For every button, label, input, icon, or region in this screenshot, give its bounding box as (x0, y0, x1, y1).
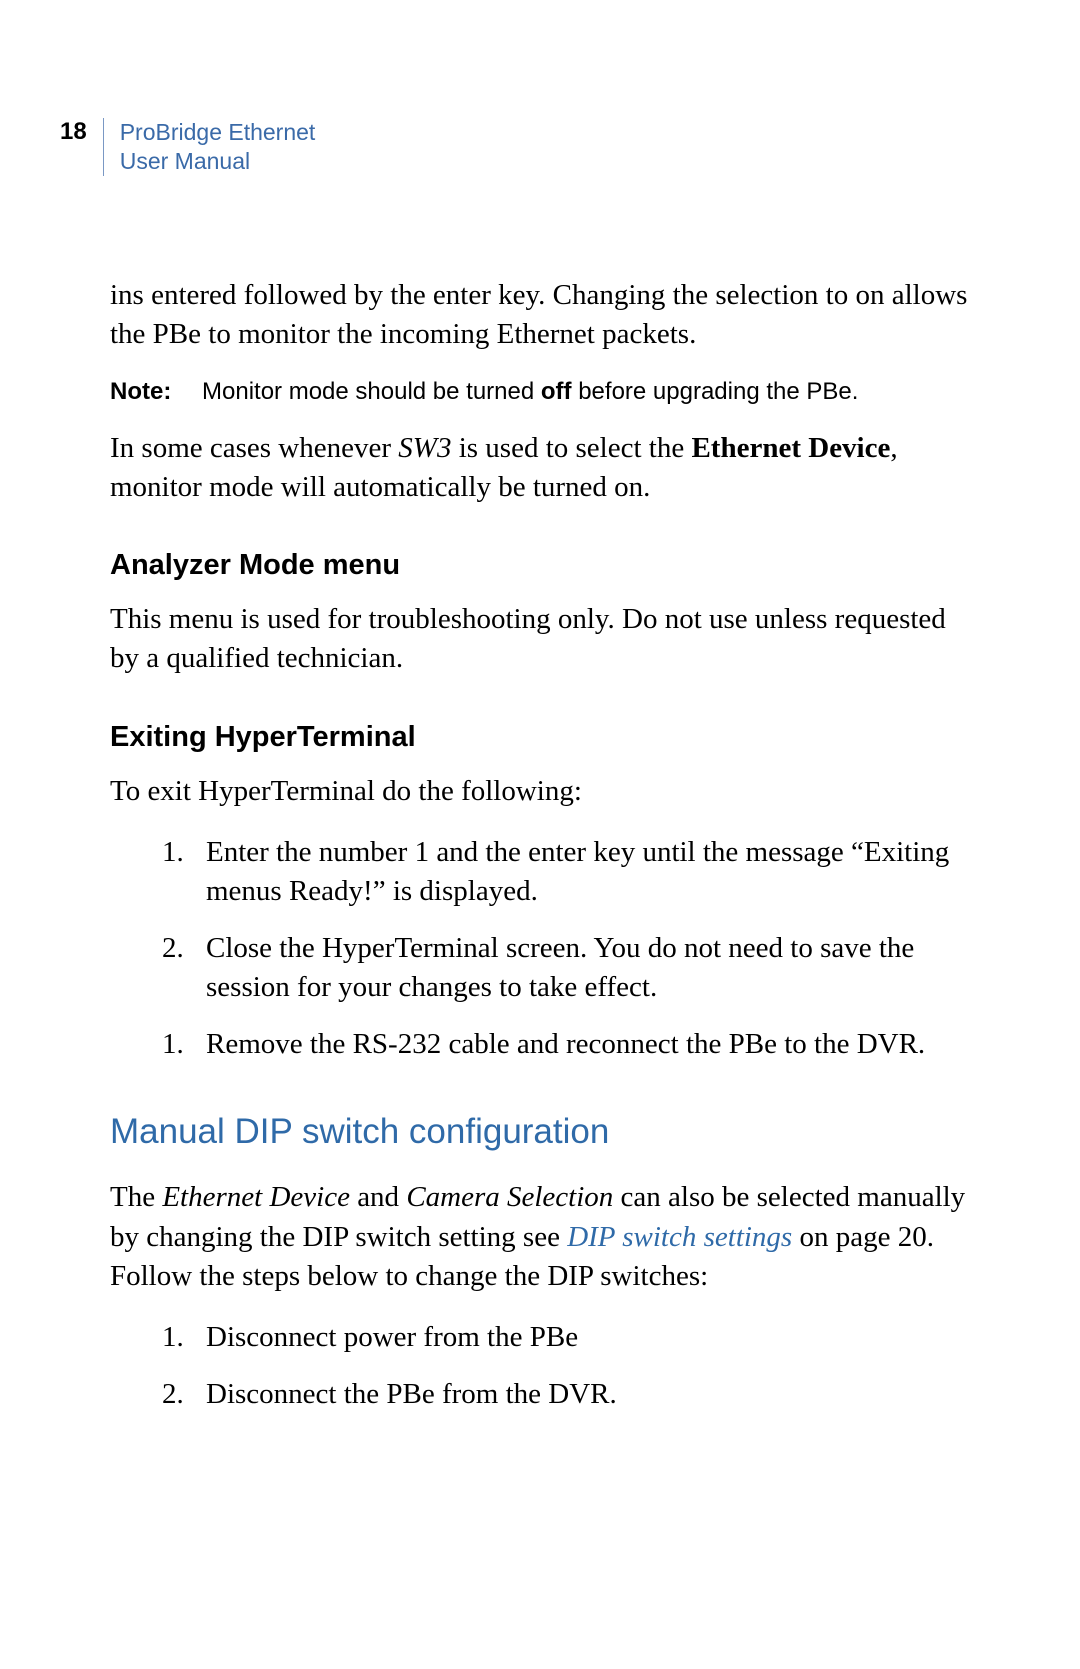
dip-steps-list: 1. Disconnect power from the PBe 2. Disc… (162, 1318, 970, 1414)
heading-manual-dip: Manual DIP switch configuration (110, 1112, 970, 1152)
doc-title-line1: ProBridge Ethernet (120, 118, 316, 147)
list-item: 2. Disconnect the PBe from the DVR. (162, 1375, 970, 1414)
list-item: 1. Disconnect power from the PBe (162, 1318, 970, 1357)
note-label: Note: (110, 376, 202, 407)
heading-analyzer-mode: Analyzer Mode menu (110, 549, 970, 582)
paragraph-dip: The Ethernet Device and Camera Selection… (110, 1178, 970, 1295)
step-text: Disconnect the PBe from the DVR. (206, 1375, 617, 1414)
dip-text-a: The (110, 1181, 162, 1213)
step-text: Enter the number 1 and the enter key unt… (206, 833, 970, 911)
step-number: 1. (162, 833, 206, 911)
page-container: 18 ProBridge Ethernet User Manual ins en… (0, 0, 1080, 1512)
step-text: Remove the RS-232 cable and reconnect th… (206, 1025, 925, 1064)
doc-title-line2: User Manual (120, 147, 316, 176)
list-item: 1. Remove the RS-232 cable and reconnect… (162, 1025, 970, 1064)
ethernet-device-italic: Ethernet Device (162, 1181, 350, 1213)
text-sw3-a: In some cases whenever (110, 432, 398, 464)
step-number: 2. (162, 1375, 206, 1414)
note-content: Monitor mode should be turned off before… (202, 376, 858, 407)
paragraph-continued: ins entered followed by the enter key. C… (110, 276, 970, 354)
ethernet-device-bold: Ethernet Device (691, 432, 890, 464)
dip-text-b: and (350, 1181, 406, 1213)
note-text-before: Monitor mode should be turned (202, 378, 541, 405)
paragraph-analyzer: This menu is used for troubleshooting on… (110, 600, 970, 678)
note-block: Note: Monitor mode should be turned off … (110, 376, 970, 407)
paragraph-exit-intro: To exit HyperTerminal do the following: (110, 772, 970, 811)
dip-switch-settings-link[interactable]: DIP switch settings (567, 1221, 792, 1253)
page-number: 18 (60, 118, 103, 146)
step-number: 1. (162, 1318, 206, 1357)
step-number: 1. (162, 1025, 206, 1064)
text-sw3-b: is used to select the (451, 432, 691, 464)
page-header: 18 ProBridge Ethernet User Manual (60, 118, 970, 176)
note-bold-word: off (541, 378, 572, 405)
exit-steps-list: 1. Enter the number 1 and the enter key … (162, 833, 970, 1065)
list-item: 1. Enter the number 1 and the enter key … (162, 833, 970, 911)
sw3-italic: SW3 (398, 432, 451, 464)
heading-exiting-hyperterminal: Exiting HyperTerminal (110, 721, 970, 754)
header-titles: ProBridge Ethernet User Manual (104, 118, 316, 176)
step-number: 2. (162, 929, 206, 1007)
paragraph-sw3: In some cases whenever SW3 is used to se… (110, 429, 970, 507)
step-text: Close the HyperTerminal screen. You do n… (206, 929, 970, 1007)
step-text: Disconnect power from the PBe (206, 1318, 578, 1357)
note-text-after: before upgrading the PBe. (572, 378, 859, 405)
camera-selection-italic: Camera Selection (406, 1181, 613, 1213)
list-item: 2. Close the HyperTerminal screen. You d… (162, 929, 970, 1007)
